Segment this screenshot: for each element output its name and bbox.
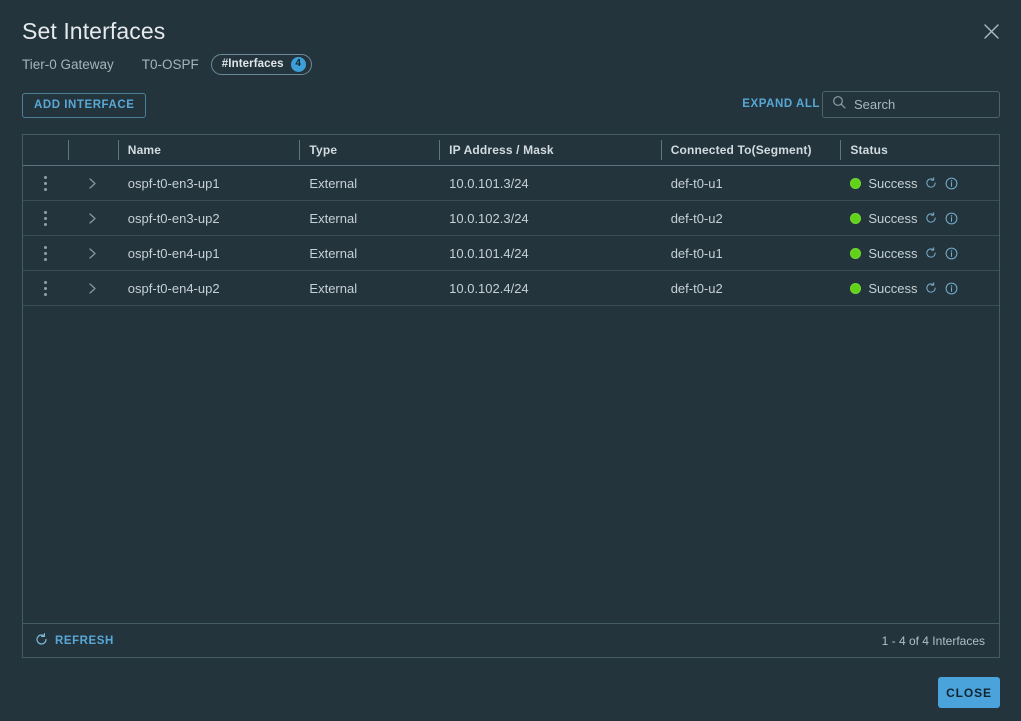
refresh-icon [35, 632, 48, 649]
chevron-right-icon[interactable] [87, 177, 98, 190]
close-button[interactable]: CLOSE [938, 677, 1000, 708]
kebab-menu-icon[interactable] [38, 278, 53, 299]
status-dot-icon [850, 247, 862, 259]
info-icon[interactable] [945, 212, 958, 225]
cell-name: ospf-t0-en4-up2 [127, 280, 220, 296]
page-title: Set Interfaces [22, 18, 166, 44]
kebab-menu-icon[interactable] [38, 173, 53, 194]
status-refresh-icon[interactable] [925, 212, 937, 224]
cell-name: ospf-t0-en3-up1 [127, 175, 220, 191]
cell-connected-to: def-t0-u1 [670, 175, 723, 191]
kebab-menu-icon[interactable] [38, 243, 53, 264]
row-menu-button[interactable] [23, 201, 68, 235]
column-header-expand [67, 135, 118, 165]
status-dot-icon [850, 212, 862, 224]
interfaces-chip-label: #Interfaces [221, 58, 284, 70]
cell-status: Success [840, 201, 999, 235]
row-menu-button[interactable] [23, 166, 68, 200]
row-expand-toggle[interactable] [68, 236, 118, 270]
interfaces-chip-count: 4 [290, 56, 306, 72]
cell-ip-address: 10.0.102.3/24 [449, 210, 529, 226]
column-header-menu [23, 135, 68, 165]
search-icon [832, 95, 846, 114]
status-badge: Success [868, 245, 918, 261]
cell-name: ospf-t0-en4-up1 [127, 245, 220, 261]
search-box[interactable] [822, 91, 1021, 118]
column-header-name[interactable]: Name [117, 135, 300, 165]
cell-status: Success [840, 271, 999, 305]
info-icon[interactable] [945, 247, 958, 260]
status-badge: Success [868, 175, 918, 191]
search-input[interactable] [846, 96, 1021, 113]
info-icon[interactable] [945, 177, 958, 190]
refresh-label: REFRESH [55, 634, 114, 647]
table-row[interactable]: ospf-t0-en4-up1 External 10.0.101.4/24 def-… [23, 236, 999, 271]
cell-type: External [309, 175, 358, 191]
status-dot-icon [850, 177, 862, 189]
cell-type: External [309, 245, 358, 261]
dialog-header: Set Interfaces Tier-0 Gateway T0-OSPF #I… [0, 0, 1021, 86]
record-count: 1 - 4 of 4 Interfaces [881, 633, 985, 648]
status-refresh-icon[interactable] [925, 247, 937, 259]
expand-all-button[interactable]: EXPAND ALL [742, 98, 820, 110]
info-icon[interactable] [945, 282, 958, 295]
status-refresh-icon[interactable] [925, 177, 937, 189]
status-dot-icon [850, 282, 862, 294]
status-refresh-icon[interactable] [925, 282, 937, 294]
table-body: ospf-t0-en3-up1 External 10.0.101.3/24 def-… [23, 166, 999, 623]
cell-connected-to: def-t0-u1 [670, 245, 723, 261]
add-interface-button[interactable]: ADD INTERFACE [22, 93, 147, 118]
table-footer: REFRESH 1 - 4 of 4 Interfaces [23, 623, 999, 657]
row-expand-toggle[interactable] [68, 166, 118, 200]
breadcrumb: Tier-0 Gateway T0-OSPF #Interfaces 4 [22, 53, 312, 75]
column-header-type[interactable]: Type [299, 135, 439, 165]
cell-connected-to: def-t0-u2 [670, 280, 723, 296]
table-row[interactable]: ospf-t0-en4-up2 External 10.0.102.4/24 def-… [23, 271, 999, 306]
row-expand-toggle[interactable] [68, 271, 118, 305]
cell-ip-address: 10.0.102.4/24 [449, 280, 529, 296]
column-header-status[interactable]: Status [840, 135, 999, 165]
table-row[interactable]: ospf-t0-en3-up2 External 10.0.102.3/24 def-… [23, 201, 999, 236]
cell-status: Success [840, 236, 999, 270]
cell-type: External [309, 210, 358, 226]
kebab-menu-icon[interactable] [38, 208, 53, 229]
cell-connected-to: def-t0-u2 [670, 210, 723, 226]
table-row[interactable]: ospf-t0-en3-up1 External 10.0.101.3/24 def-… [23, 166, 999, 201]
refresh-button[interactable]: REFRESH [35, 632, 114, 649]
breadcrumb-gateway-name: T0-OSPF [141, 56, 199, 72]
status-badge: Success [868, 210, 918, 226]
close-x-icon[interactable] [977, 17, 1005, 45]
column-header-ip[interactable]: IP Address / Mask [439, 135, 661, 165]
row-menu-button[interactable] [23, 236, 68, 270]
cell-name: ospf-t0-en3-up2 [127, 210, 220, 226]
table-header-row: Name Type IP Address / Mask Connected To… [23, 135, 999, 166]
chevron-right-icon[interactable] [87, 282, 98, 295]
status-badge: Success [868, 280, 918, 296]
cell-status: Success [840, 166, 999, 200]
chevron-right-icon[interactable] [87, 212, 98, 225]
column-header-connected[interactable]: Connected To(Segment) [660, 135, 841, 165]
chevron-right-icon[interactable] [87, 247, 98, 260]
table-toolbar: ADD INTERFACE EXPAND ALL [0, 91, 1021, 125]
cell-type: External [309, 280, 358, 296]
cell-ip-address: 10.0.101.3/24 [449, 175, 529, 191]
interfaces-chip[interactable]: #Interfaces 4 [210, 53, 312, 75]
interfaces-table: Name Type IP Address / Mask Connected To… [22, 134, 1000, 658]
breadcrumb-gateway-type: Tier-0 Gateway [22, 56, 114, 72]
row-expand-toggle[interactable] [68, 201, 118, 235]
row-menu-button[interactable] [23, 271, 68, 305]
cell-ip-address: 10.0.101.4/24 [449, 245, 529, 261]
